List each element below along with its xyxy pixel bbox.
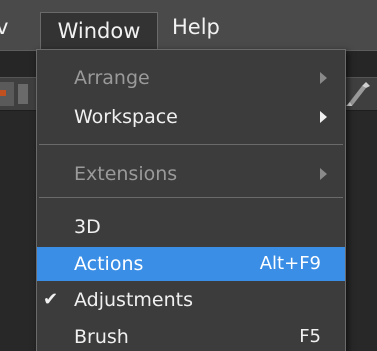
menu-item-label: Extensions (74, 163, 178, 185)
menu-item-label: Arrange (74, 67, 150, 89)
menu-item-adjustments[interactable]: ✔ Adjustments (37, 283, 345, 317)
toolbar-control[interactable] (18, 84, 28, 104)
menu-window[interactable]: Window (40, 12, 158, 50)
checkmark-icon: ✔ (43, 289, 59, 310)
menu-item-label: Adjustments (74, 289, 193, 311)
photoshop-window: v Window Help Arrange Workspace Extensio… (0, 0, 377, 351)
menu-item-label: Actions (74, 253, 144, 275)
menu-item-3d[interactable]: 3D (37, 210, 345, 244)
color-swatch-icon (0, 90, 6, 96)
shortcut-label: F5 (299, 326, 321, 347)
shortcut-label: Alt+F9 (259, 253, 321, 274)
menu-item-arrange[interactable]: Arrange (37, 61, 345, 95)
submenu-arrow-icon (320, 168, 327, 180)
window-menu-dropdown: Arrange Workspace Extensions 3D Actions … (36, 49, 346, 351)
menu-item-extensions[interactable]: Extensions (37, 157, 345, 191)
menu-item-actions[interactable]: Actions Alt+F9 (37, 247, 345, 281)
menu-view-partial[interactable]: v (0, 12, 8, 42)
menu-item-label: Brush (74, 326, 129, 348)
submenu-arrow-icon (320, 72, 327, 84)
menu-bar: v Window Help (0, 0, 377, 51)
menu-item-brush[interactable]: Brush F5 (37, 320, 345, 351)
submenu-arrow-icon (320, 111, 327, 123)
menu-separator (39, 197, 343, 198)
menu-separator (39, 144, 343, 145)
menu-help[interactable]: Help (164, 12, 228, 42)
menu-item-label: Workspace (74, 106, 178, 128)
menu-item-label: 3D (74, 216, 101, 238)
menu-item-workspace[interactable]: Workspace (37, 100, 345, 134)
airbrush-icon[interactable] (342, 80, 372, 108)
